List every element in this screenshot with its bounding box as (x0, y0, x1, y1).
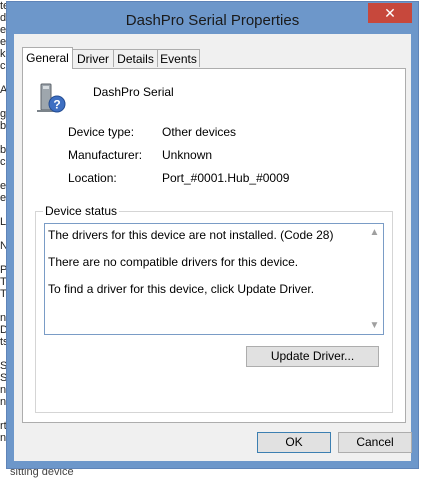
location-label: Location: (68, 171, 117, 185)
device-name: DashPro Serial (93, 85, 174, 99)
device-status-group: Device status The drivers for this devic… (35, 204, 393, 413)
close-icon: ✕ (384, 5, 396, 21)
device-status-text: The drivers for this device are not inst… (48, 228, 360, 309)
window-frame-left (7, 34, 14, 468)
tab-details-label: Details (117, 52, 154, 66)
window-frame-bottom (7, 461, 418, 468)
device-status-title: Device status (43, 204, 120, 218)
tab-details[interactable]: Details (113, 49, 158, 67)
close-button[interactable]: ✕ (368, 3, 412, 23)
dialog-client-area: General Driver Details Events ? DashPro … (14, 34, 412, 461)
device-type-label: Device type: (68, 125, 135, 139)
manufacturer-label: Manufacturer: (68, 148, 143, 162)
status-line-3: To find a driver for this device, click … (48, 282, 315, 296)
properties-dialog: DashPro Serial Properties ✕ General Driv… (6, 1, 419, 469)
scroll-down-icon[interactable]: ▼ (366, 317, 383, 334)
tab-driver-label: Driver (77, 52, 109, 66)
device-status-textbox[interactable]: The drivers for this device are not inst… (44, 223, 384, 335)
tab-events[interactable]: Events (157, 49, 200, 67)
tab-driver[interactable]: Driver (72, 49, 114, 67)
status-line-2: There are no compatible drivers for this… (48, 255, 299, 269)
cancel-button[interactable]: Cancel (338, 432, 412, 453)
manufacturer-value: Unknown (162, 148, 213, 162)
tab-events-label: Events (160, 52, 197, 66)
device-type-value: Other devices (162, 125, 237, 139)
general-tab-panel: ? DashPro Serial Device type: Other devi… (22, 68, 406, 423)
tab-general-label: General (26, 51, 69, 65)
window-frame-right (411, 34, 418, 468)
window-title: DashPro Serial Properties (125, 12, 300, 29)
tab-general[interactable]: General (22, 47, 73, 69)
status-line-1: The drivers for this device are not inst… (48, 228, 334, 242)
title-bar[interactable]: DashPro Serial Properties ✕ (7, 2, 418, 34)
ok-button[interactable]: OK (257, 432, 331, 453)
unknown-device-icon: ? (37, 83, 66, 113)
status-scrollbar[interactable]: ▲ ▼ (366, 224, 383, 334)
svg-text:?: ? (53, 98, 60, 112)
update-driver-button[interactable]: Update Driver... (246, 346, 379, 367)
location-value: Port_#0001.Hub_#0009 (162, 171, 290, 185)
scroll-up-icon[interactable]: ▲ (366, 224, 383, 241)
